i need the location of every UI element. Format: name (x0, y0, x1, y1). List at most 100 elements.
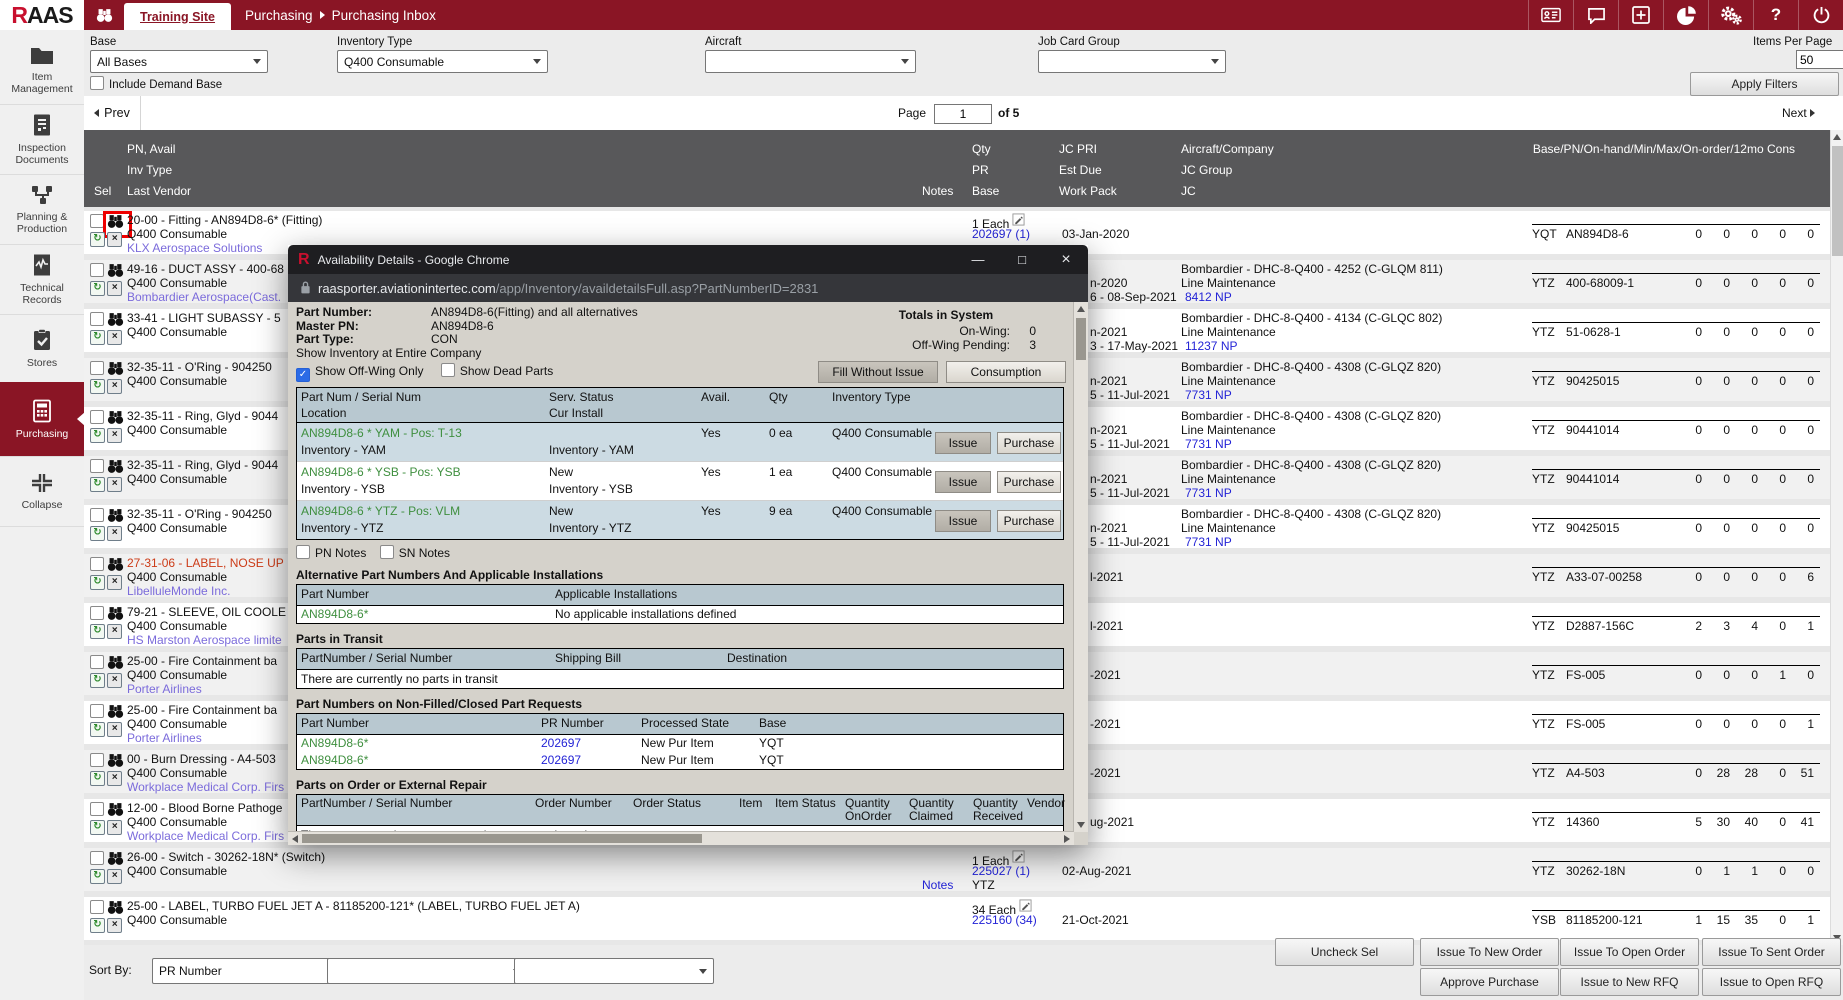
remove-item-icon[interactable]: × (107, 330, 122, 345)
pr-number-link[interactable]: 202697 (541, 736, 581, 750)
remove-item-icon[interactable]: × (107, 379, 122, 394)
remove-item-icon[interactable]: × (107, 526, 122, 541)
apply-filters-button[interactable]: Apply Filters (1690, 72, 1839, 96)
help-icon[interactable]: ? (1753, 0, 1798, 30)
sidebar-item-collapse[interactable]: Collapse (0, 456, 84, 527)
availability-binoculars-icon[interactable] (107, 263, 124, 278)
page-number-input[interactable] (934, 104, 992, 124)
row-checkbox[interactable] (90, 851, 104, 865)
availability-binoculars-icon[interactable] (107, 361, 124, 376)
vertical-scrollbar[interactable] (1830, 130, 1843, 945)
pr-link[interactable]: 225160 (34) (972, 913, 1037, 927)
refresh-item-icon[interactable]: ↻ (90, 918, 105, 933)
popup-url-bar[interactable]: raasporter.aviationintertec.com/app/Inve… (288, 274, 1088, 302)
purchase-button[interactable]: Purchase (997, 510, 1061, 532)
work-pack-link[interactable]: 7731 NP (1185, 388, 1232, 402)
availability-binoculars-icon[interactable] (107, 312, 124, 327)
issue-button[interactable]: Issue (935, 471, 991, 493)
vendor-link[interactable]: Porter Airlines (127, 682, 202, 696)
sidebar-item-inspection-documents[interactable]: Inspection Documents (0, 104, 84, 175)
binoculars-icon[interactable] (84, 0, 124, 30)
row-checkbox[interactable] (90, 655, 104, 669)
refresh-item-icon[interactable]: ↻ (90, 477, 105, 492)
edit-qty-icon[interactable] (1012, 213, 1025, 226)
edit-qty-icon[interactable] (1012, 850, 1025, 863)
pn-notes-checkbox[interactable]: PN Notes (296, 546, 366, 560)
row-checkbox[interactable] (90, 557, 104, 571)
part-location-link[interactable]: AN894D8-6 * YAM - Pos: T-13 (301, 426, 462, 440)
consumption-button[interactable]: Consumption (946, 361, 1066, 383)
part-number-link[interactable]: AN894D8-6* (301, 607, 368, 621)
availability-binoculars-icon[interactable] (107, 753, 124, 768)
base-select[interactable]: All Bases (90, 50, 268, 73)
work-pack-link[interactable]: 8412 NP (1185, 290, 1232, 304)
sidebar-item-item-management[interactable]: Item Management (0, 34, 84, 105)
power-icon[interactable] (1798, 0, 1843, 30)
availability-binoculars-icon[interactable] (107, 802, 124, 817)
issue-to-new-rfq-button[interactable]: Issue to New RFQ (1560, 968, 1699, 996)
row-checkbox[interactable] (90, 410, 104, 424)
availability-binoculars-icon[interactable] (107, 900, 124, 915)
part-number-link[interactable]: AN894D8-6* (301, 736, 368, 750)
vendor-link[interactable]: KLX Aerospace Solutions (127, 241, 262, 255)
work-pack-link[interactable]: 11237 NP (1185, 339, 1237, 353)
remove-item-icon[interactable]: × (107, 771, 122, 786)
sidebar-item-planning-production[interactable]: Planning & Production (0, 174, 84, 245)
pr-link[interactable]: 225027 (1) (972, 864, 1030, 878)
aircraft-select[interactable] (705, 50, 916, 73)
sn-notes-checkbox[interactable]: SN Notes (380, 546, 450, 560)
remove-item-icon[interactable]: × (107, 918, 122, 933)
refresh-item-icon[interactable]: ↻ (90, 232, 105, 247)
row-checkbox[interactable] (90, 361, 104, 375)
remove-item-icon[interactable]: × (107, 477, 122, 492)
row-checkbox[interactable] (90, 704, 104, 718)
availability-binoculars-icon[interactable] (107, 655, 124, 670)
vendor-link[interactable]: Workplace Medical Corp. Firs (127, 829, 284, 843)
remove-item-icon[interactable]: × (107, 820, 122, 835)
vendor-link[interactable]: HS Marston Aerospace limite (127, 633, 282, 647)
popup-title-bar[interactable]: R Availability Details - Google Chrome —… (288, 245, 1088, 274)
work-pack-link[interactable]: 7731 NP (1185, 486, 1232, 500)
part-location-link[interactable]: AN894D8-6 * YSB - Pos: YSB (301, 465, 461, 479)
part-location-link[interactable]: AN894D8-6 * YTZ - Pos: VLM (301, 504, 460, 518)
raas-logo[interactable]: RAAS (0, 0, 84, 30)
show-dead-parts-checkbox[interactable]: Show Dead Parts (441, 364, 553, 378)
purchase-button[interactable]: Purchase (997, 432, 1061, 454)
uncheck-sel-button[interactable]: Uncheck Sel (1275, 938, 1414, 966)
row-checkbox[interactable] (90, 753, 104, 767)
notes-link[interactable]: Notes (922, 878, 953, 892)
remove-item-icon[interactable]: × (107, 624, 122, 639)
refresh-item-icon[interactable]: ↻ (90, 869, 105, 884)
work-pack-link[interactable]: 7731 NP (1185, 535, 1232, 549)
availability-binoculars-icon[interactable] (107, 410, 124, 425)
popup-hscrollbar-thumb[interactable] (302, 834, 702, 843)
next-page-button[interactable]: Next (1782, 106, 1815, 120)
fill-without-issue-button[interactable]: Fill Without Issue (818, 361, 938, 383)
refresh-item-icon[interactable]: ↻ (90, 428, 105, 443)
refresh-item-icon[interactable]: ↻ (90, 771, 105, 786)
issue-to-open-order-button[interactable]: Issue To Open Order (1560, 938, 1699, 966)
tab-training-site[interactable]: Training Site (124, 3, 231, 30)
refresh-item-icon[interactable]: ↻ (90, 673, 105, 688)
approve-purchase-button[interactable]: Approve Purchase (1420, 968, 1559, 996)
include-demand-base-checkbox[interactable]: Include Demand Base (90, 76, 222, 91)
close-button[interactable]: × (1044, 245, 1088, 274)
issue-to-open-rfq-button[interactable]: Issue to Open RFQ (1702, 968, 1841, 996)
show-offwing-checkbox[interactable]: ✓Show Off-Wing Only (296, 364, 423, 378)
remove-item-icon[interactable]: × (107, 232, 122, 247)
availability-binoculars-icon[interactable] (107, 459, 124, 474)
availability-binoculars-icon[interactable] (107, 851, 124, 866)
refresh-item-icon[interactable]: ↻ (90, 722, 105, 737)
availability-binoculars-icon[interactable] (107, 606, 124, 621)
prev-page-button[interactable]: Prev (84, 96, 141, 130)
sidebar-item-technical-records[interactable]: Technical Records (0, 244, 84, 315)
maximize-button[interactable]: □ (1000, 245, 1044, 274)
availability-binoculars-icon[interactable] (107, 508, 124, 523)
gears-icon[interactable] (1708, 0, 1753, 30)
row-checkbox[interactable] (90, 508, 104, 522)
remove-item-icon[interactable]: × (107, 428, 122, 443)
sort-select-2[interactable] (327, 958, 528, 984)
row-checkbox[interactable] (90, 802, 104, 816)
row-checkbox[interactable] (90, 214, 104, 228)
sort-select-1[interactable]: PR Number (152, 958, 344, 984)
